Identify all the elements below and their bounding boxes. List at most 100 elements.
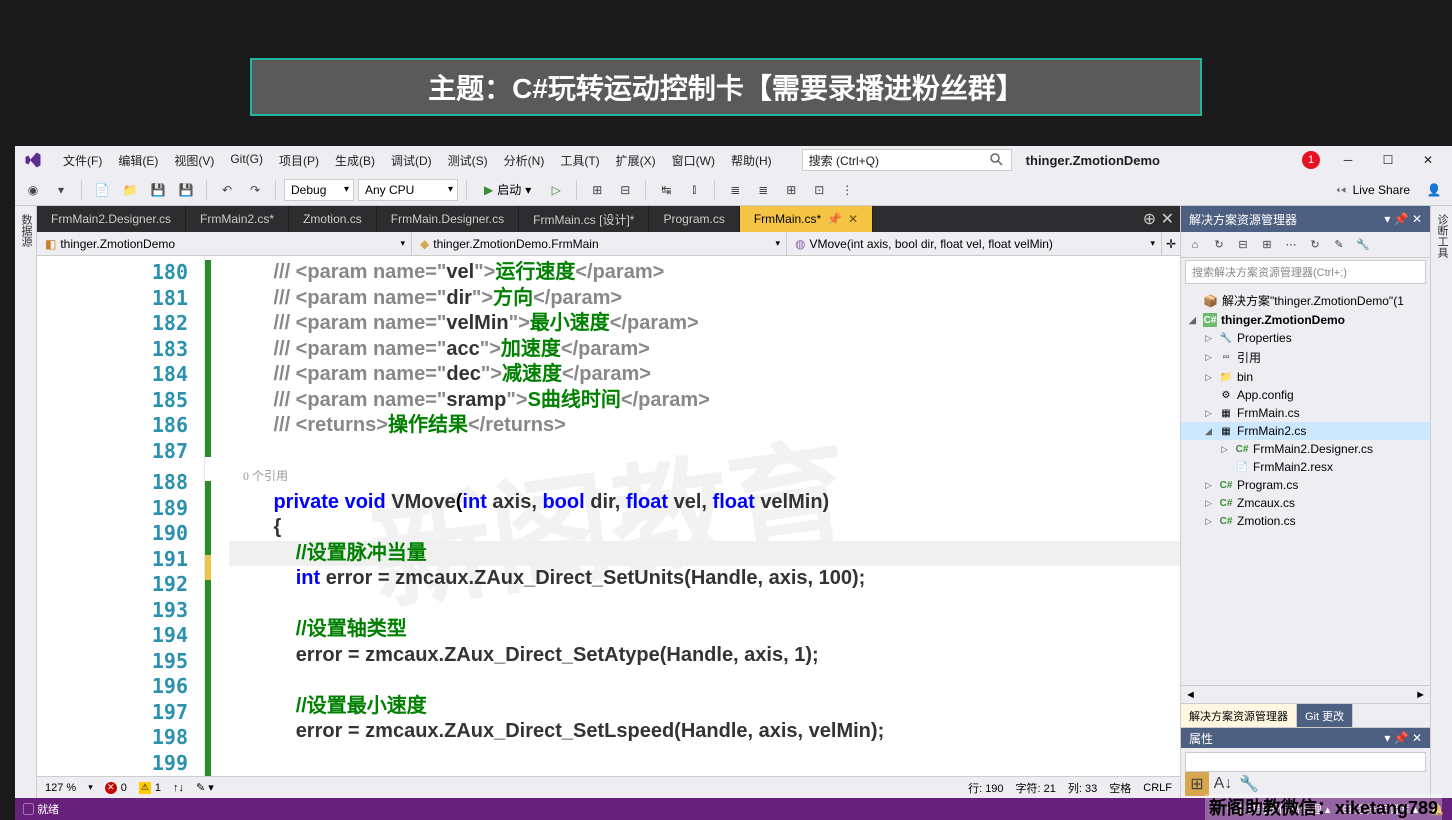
- home-icon[interactable]: ⌂: [1185, 235, 1205, 255]
- tb-icon[interactable]: ⊞: [779, 178, 803, 202]
- pin-icon[interactable]: 📌: [827, 212, 842, 226]
- panel-controls[interactable]: ▾ 📌 ✕: [1384, 212, 1422, 226]
- code-editor[interactable]: 新阁教育 18018118218318418518618718818919019…: [37, 256, 1180, 776]
- minimize-button[interactable]: ─: [1330, 150, 1366, 170]
- menu-item[interactable]: 编辑(E): [110, 150, 166, 171]
- search-input[interactable]: 搜索 (Ctrl+Q): [802, 149, 1012, 171]
- tb-icon[interactable]: ⊞: [585, 178, 609, 202]
- code-line[interactable]: [229, 668, 1180, 694]
- close-icon[interactable]: ✕: [848, 212, 858, 226]
- tool-icon[interactable]: ✎: [1329, 235, 1349, 255]
- code-line[interactable]: /// <param name="vel">运行速度</param>: [229, 260, 1180, 286]
- tab-overflow-icon[interactable]: ⊕ ✕: [1137, 206, 1180, 232]
- code-line[interactable]: {: [229, 515, 1180, 541]
- document-tab[interactable]: Zmotion.cs: [289, 206, 377, 232]
- panel-controls[interactable]: ▾ 📌 ✕: [1384, 731, 1422, 745]
- solution-search[interactable]: 搜索解决方案资源管理器(Ctrl+;): [1185, 260, 1426, 284]
- admin-icon[interactable]: 👤: [1422, 178, 1446, 202]
- sort-icon[interactable]: A↓: [1211, 772, 1235, 796]
- right-side-tab[interactable]: 诊断工具: [1430, 206, 1452, 798]
- start-debug-button[interactable]: ▶启动 ▾: [475, 179, 540, 201]
- tree-item[interactable]: ▷📁bin: [1181, 368, 1430, 386]
- project-node[interactable]: ◢C# thinger.ZmotionDemo: [1181, 311, 1430, 329]
- start-no-debug-button[interactable]: ▷: [544, 178, 568, 202]
- menu-item[interactable]: Git(G): [222, 150, 271, 171]
- menu-item[interactable]: 项目(P): [271, 150, 327, 171]
- new-button[interactable]: 📄: [90, 178, 114, 202]
- tree-item[interactable]: ▷C#Zmcaux.cs: [1181, 494, 1430, 512]
- document-tab[interactable]: FrmMain.Designer.cs: [377, 206, 519, 232]
- code-line[interactable]: error = zmcaux.ZAux_Direct_SetAtype(Hand…: [229, 643, 1180, 669]
- code-line[interactable]: [229, 770, 1180, 776]
- left-side-tab[interactable]: 数据源: [15, 206, 37, 798]
- menu-item[interactable]: 测试(S): [440, 150, 496, 171]
- codelens[interactable]: 0 个引用: [229, 464, 1180, 490]
- tool-icon[interactable]: ⋯: [1281, 235, 1301, 255]
- tb-icon[interactable]: ⫾: [682, 178, 706, 202]
- tb-icon[interactable]: ⋮: [835, 178, 859, 202]
- tree-item[interactable]: ◢▦FrmMain2.cs: [1181, 422, 1430, 440]
- tool-icon[interactable]: ⊞: [1257, 235, 1277, 255]
- code-line[interactable]: /// <param name="acc">加速度</param>: [229, 337, 1180, 363]
- code-line[interactable]: [229, 745, 1180, 771]
- class-combo[interactable]: ◆thinger.ZmotionDemo.FrmMain: [412, 232, 787, 255]
- menu-item[interactable]: 文件(F): [55, 150, 110, 171]
- code-line[interactable]: /// <returns>操作结果</returns>: [229, 413, 1180, 439]
- document-tab[interactable]: Program.cs: [649, 206, 739, 232]
- categorize-icon[interactable]: ⊞: [1185, 772, 1209, 796]
- solution-root[interactable]: 📦 解决方案"thinger.ZmotionDemo"(1: [1181, 290, 1430, 311]
- code-line[interactable]: //设置最小速度: [229, 694, 1180, 720]
- nav-back-button[interactable]: ◉: [21, 178, 45, 202]
- props-icon[interactable]: 🔧: [1237, 772, 1261, 796]
- sync-icon[interactable]: ↻: [1209, 235, 1229, 255]
- tb-icon[interactable]: ≣: [723, 178, 747, 202]
- live-share-button[interactable]: Live Share: [1335, 183, 1410, 197]
- menu-item[interactable]: 生成(B): [327, 150, 383, 171]
- tree-item[interactable]: ▷C#FrmMain2.Designer.cs: [1181, 440, 1430, 458]
- menu-item[interactable]: 工具(T): [552, 150, 607, 171]
- nav-fwd-button[interactable]: ▾: [49, 178, 73, 202]
- zoom-level[interactable]: 127 %: [45, 782, 76, 794]
- menu-item[interactable]: 扩展(X): [608, 150, 664, 171]
- open-button[interactable]: 📁: [118, 178, 142, 202]
- tb-icon[interactable]: ⊡: [807, 178, 831, 202]
- tree-item[interactable]: ▷C#Program.cs: [1181, 476, 1430, 494]
- redo-button[interactable]: ↷: [243, 178, 267, 202]
- code-line[interactable]: /// <param name="velMin">最小速度</param>: [229, 311, 1180, 337]
- platform-combo[interactable]: Any CPU: [358, 179, 458, 201]
- properties-icon[interactable]: 🔧: [1353, 235, 1373, 255]
- code-line[interactable]: /// <param name="sramp">S曲线时间</param>: [229, 388, 1180, 414]
- code-line[interactable]: error = zmcaux.ZAux_Direct_SetLspeed(Han…: [229, 719, 1180, 745]
- refresh-icon[interactable]: ↻: [1305, 235, 1325, 255]
- tool-icon[interactable]: ⊟: [1233, 235, 1253, 255]
- tree-item[interactable]: ▷▦FrmMain.cs: [1181, 404, 1430, 422]
- menu-item[interactable]: 调试(D): [383, 150, 440, 171]
- tree-item[interactable]: ⚙App.config: [1181, 386, 1430, 404]
- line-ending[interactable]: CRLF: [1143, 782, 1172, 794]
- tb-icon[interactable]: ≣: [751, 178, 775, 202]
- menu-item[interactable]: 窗口(W): [664, 150, 723, 171]
- save-button[interactable]: 💾: [146, 178, 170, 202]
- code-content[interactable]: /// <param name="vel">运行速度</param> /// <…: [229, 256, 1180, 776]
- tree-item[interactable]: ▷▫▫引用: [1181, 347, 1430, 368]
- warning-count[interactable]: ⚠1: [139, 782, 161, 794]
- tab-git-changes[interactable]: Git 更改: [1297, 704, 1353, 727]
- menu-item[interactable]: 帮助(H): [723, 150, 780, 171]
- menu-item[interactable]: 分析(N): [496, 150, 553, 171]
- config-combo[interactable]: Debug: [284, 179, 354, 201]
- document-tab[interactable]: FrmMain2.cs*: [186, 206, 289, 232]
- notification-badge[interactable]: 1: [1302, 151, 1320, 169]
- tree-item[interactable]: ▷🔧Properties: [1181, 329, 1430, 347]
- code-line[interactable]: /// <param name="dir">方向</param>: [229, 286, 1180, 312]
- close-button[interactable]: ✕: [1410, 150, 1446, 170]
- error-count[interactable]: ✕0: [105, 782, 127, 794]
- tree-item[interactable]: ▷C#Zmotion.cs: [1181, 512, 1430, 530]
- tree-item[interactable]: 📄FrmMain2.resx: [1181, 458, 1430, 476]
- menu-item[interactable]: 视图(V): [166, 150, 222, 171]
- save-all-button[interactable]: 💾: [174, 178, 198, 202]
- maximize-button[interactable]: ☐: [1370, 150, 1406, 170]
- document-tab[interactable]: FrmMain2.Designer.cs: [37, 206, 186, 232]
- member-combo[interactable]: ◍VMove(int axis, bool dir, float vel, fl…: [787, 232, 1162, 255]
- document-tab[interactable]: FrmMain.cs*📌✕: [740, 206, 873, 232]
- code-line[interactable]: [229, 592, 1180, 618]
